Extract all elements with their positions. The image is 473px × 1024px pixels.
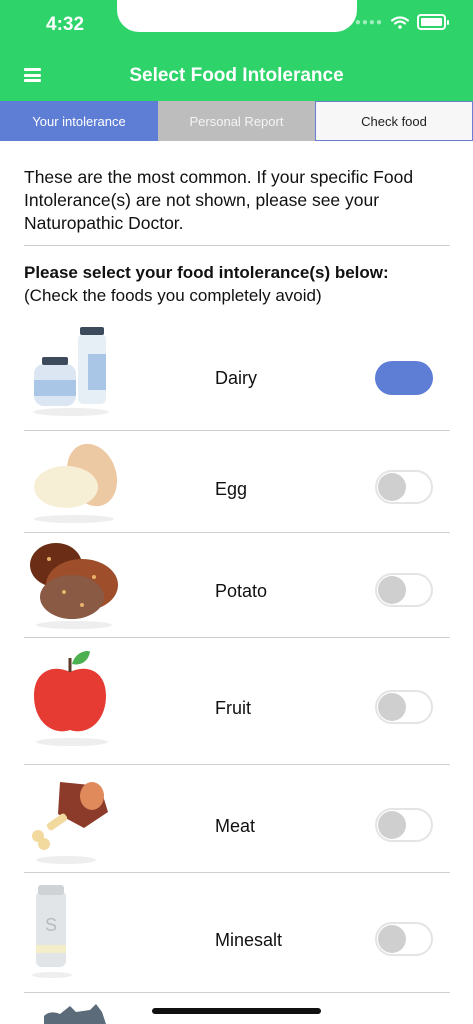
row-divider: [24, 430, 450, 431]
toggle-knob: [378, 811, 406, 839]
battery-tip: [447, 19, 449, 25]
device-notch: [117, 0, 357, 32]
food-label: Dairy: [215, 368, 258, 388]
fruit-toggle[interactable]: [375, 690, 433, 724]
food-row-meat: Meat: [24, 772, 450, 872]
toggle-knob: [378, 925, 406, 953]
app-header: 4:32 ●●●● Select Food Intolerance: [0, 0, 473, 101]
food-row-potato: Potato: [24, 537, 450, 637]
selection-prompt: Please select your food intolerance(s) b…: [24, 261, 464, 307]
food-label: Minesalt: [215, 930, 283, 950]
status-time: 4:32: [46, 14, 85, 35]
egg-icon: [34, 443, 118, 523]
egg-toggle[interactable]: [375, 470, 433, 504]
food-row-egg: Egg: [24, 435, 450, 532]
minesalt-toggle[interactable]: [375, 922, 433, 956]
intro-text: These are the most common. If your speci…: [24, 167, 414, 233]
page-title: Select Food Intolerance: [129, 65, 344, 86]
home-indicator[interactable]: [152, 1008, 321, 1014]
salt-shaker-icon: S: [32, 885, 72, 978]
apple-icon: [34, 651, 108, 746]
section-divider: [24, 245, 450, 246]
battery-icon: [417, 14, 446, 30]
prompt-subtext: (Check the foods you completely avoid): [24, 286, 322, 305]
next-food-icon-partial: [44, 1004, 106, 1024]
meat-icon: [32, 782, 108, 864]
row-divider: [24, 764, 450, 765]
row-divider: [24, 532, 450, 533]
row-divider: [24, 637, 450, 638]
tab-personal-report[interactable]: Personal Report: [158, 101, 315, 141]
row-divider: [24, 992, 450, 993]
dairy-toggle[interactable]: [375, 361, 433, 395]
food-label: Potato: [215, 581, 268, 601]
potato-toggle[interactable]: [375, 573, 433, 607]
toggle-knob: [378, 473, 406, 501]
status-icons: ●●●●: [355, 14, 449, 30]
tab-your-intolerance[interactable]: Your intolerance: [0, 101, 158, 141]
potato-icon: [30, 543, 118, 629]
food-label: Meat: [215, 816, 256, 836]
wifi-icon: [391, 15, 409, 29]
food-row-dairy: Dairy: [24, 324, 450, 430]
row-divider: [24, 872, 450, 873]
toggle-knob: [378, 576, 406, 604]
meat-toggle[interactable]: [375, 808, 433, 842]
toggle-knob: [378, 693, 406, 721]
food-row-minesalt: S Minesalt: [24, 881, 450, 991]
food-label: Egg: [215, 479, 248, 499]
signal-icon: ●●●●: [354, 16, 383, 28]
tab-check-food[interactable]: Check food: [315, 101, 473, 141]
tab-bar: Your intolerance Personal Report Check f…: [0, 101, 473, 141]
svg-text:S: S: [45, 915, 57, 935]
prompt-heading: Please select your food intolerance(s) b…: [24, 263, 389, 282]
dairy-icon: [33, 327, 109, 416]
food-label: Fruit: [215, 698, 251, 718]
food-row-fruit: Fruit: [24, 646, 450, 764]
